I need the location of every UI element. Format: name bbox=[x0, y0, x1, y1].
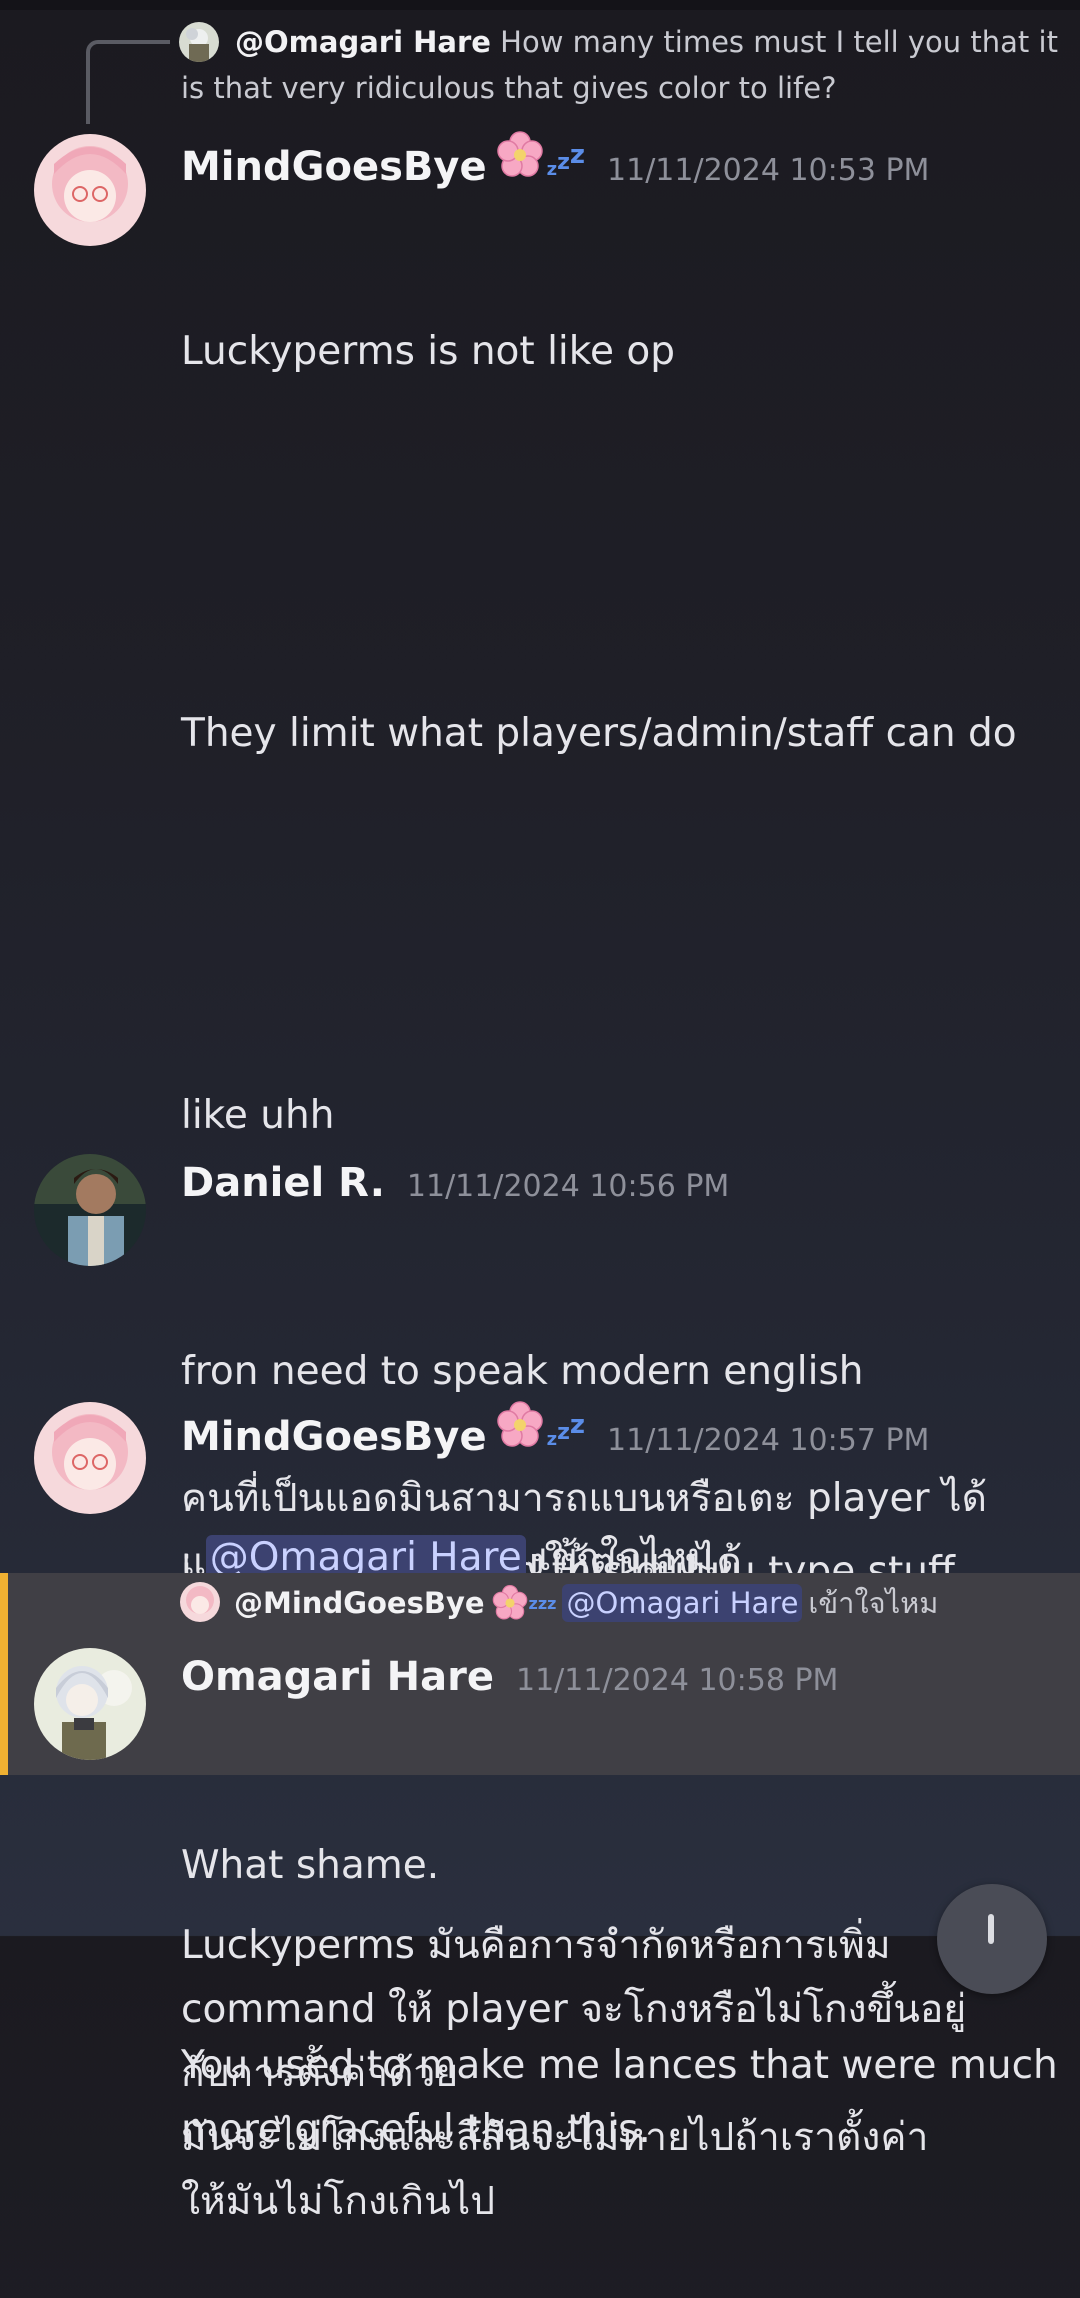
author-name[interactable]: MindGoesBye bbox=[181, 1414, 487, 1460]
status-emoji: zzz bbox=[495, 131, 586, 180]
timestamp: 11/11/2024 10:56 PM bbox=[406, 1169, 730, 1204]
timestamp: 11/11/2024 10:58 PM bbox=[516, 1663, 839, 1698]
message-header: Omagari Hare 11/11/2024 10:58 PM bbox=[181, 1654, 838, 1700]
cherry-blossom-icon bbox=[496, 1401, 543, 1447]
reply-text: เข้าใจไหม bbox=[808, 1586, 939, 1620]
reply-author: @Omagari Hare bbox=[235, 25, 491, 59]
author-name[interactable]: Omagari Hare bbox=[181, 1654, 494, 1700]
reply-author: @MindGoesBye bbox=[234, 1586, 485, 1620]
reply-text-line2: is that very ridiculous that gives color… bbox=[181, 71, 837, 105]
top-strip bbox=[0, 0, 1080, 10]
zzz-icon: zzz bbox=[546, 140, 586, 180]
reply-preview[interactable]: @Omagari Hare How many times must I tell… bbox=[181, 19, 1061, 111]
avatar-omagari[interactable] bbox=[34, 1648, 146, 1760]
message-line: like uhh bbox=[181, 1093, 335, 1138]
reply-text-line1: How many times must I tell you that it bbox=[500, 25, 1058, 59]
author-name[interactable]: MindGoesBye bbox=[181, 144, 487, 190]
zzz-icon: zzz bbox=[546, 1410, 586, 1450]
arrow-down-icon bbox=[988, 1914, 994, 1944]
reply-avatar-mindgoesbye[interactable] bbox=[180, 1582, 220, 1622]
message-header: Daniel R. 11/11/2024 10:56 PM bbox=[181, 1160, 729, 1206]
message-line: They limit what players/admin/staff can … bbox=[181, 711, 1017, 756]
avatar-daniel[interactable] bbox=[34, 1154, 146, 1266]
message-header: MindGoesBye zzz 11/11/2024 10:53 PM bbox=[181, 131, 930, 190]
message-body: What shame. You used to make me lances t… bbox=[181, 1706, 1061, 2226]
cherry-blossom-icon bbox=[496, 131, 543, 177]
zzz-icon: zzz bbox=[528, 1593, 557, 1613]
timestamp: 11/11/2024 10:57 PM bbox=[607, 1423, 930, 1458]
message-line: What shame. bbox=[181, 1843, 440, 1888]
reply-connector bbox=[86, 40, 170, 124]
avatar-mindgoesbye[interactable] bbox=[34, 134, 146, 246]
jump-to-bottom-button[interactable] bbox=[937, 1884, 1047, 1994]
message-line: fron need to speak modern english bbox=[181, 1349, 864, 1394]
message-line: Luckyperms is not like op bbox=[181, 329, 675, 374]
avatar-mindgoesbye[interactable] bbox=[34, 1402, 146, 1514]
status-emoji: zzz bbox=[495, 1401, 586, 1450]
cherry-blossom-icon bbox=[492, 1584, 527, 1620]
author-name[interactable]: Daniel R. bbox=[181, 1160, 385, 1206]
user-mention[interactable]: @Omagari Hare bbox=[562, 1584, 803, 1622]
message-header: MindGoesBye zzz 11/11/2024 10:57 PM bbox=[181, 1401, 930, 1460]
reply-preview[interactable]: @MindGoesBye zzz @Omagari Hare เข้าใจไหม bbox=[234, 1580, 938, 1626]
message-body: @Omagari Hare เข้าใจไหม bbox=[181, 1462, 1061, 1590]
message-line: You used to make me lances that were muc… bbox=[181, 2043, 1058, 2152]
timestamp: 11/11/2024 10:53 PM bbox=[607, 153, 930, 188]
